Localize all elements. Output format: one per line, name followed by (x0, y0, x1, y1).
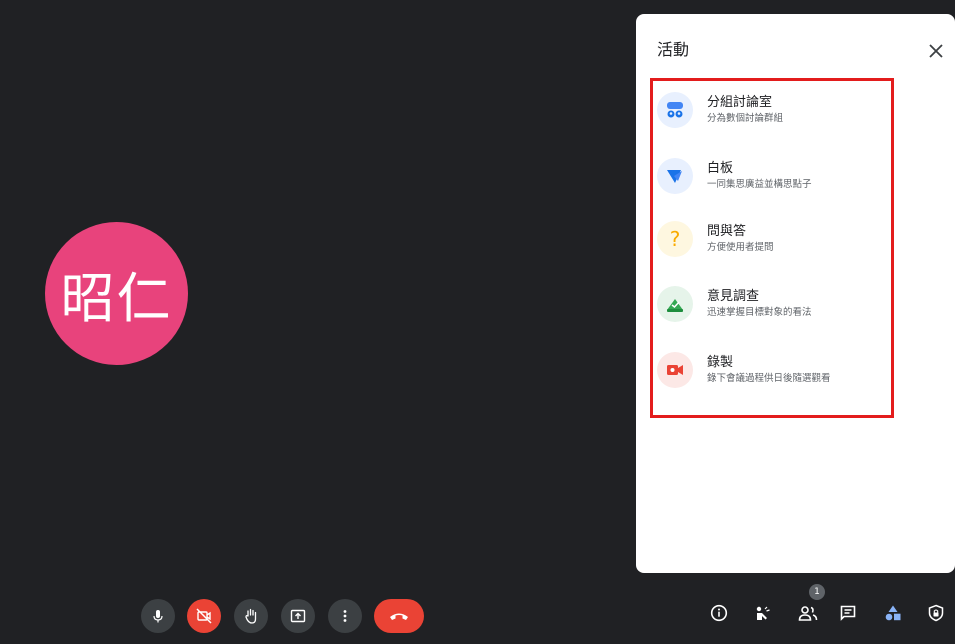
activities-icon (885, 605, 901, 621)
camera-off-icon (196, 608, 212, 624)
raised-hands-button[interactable] (748, 598, 778, 628)
activity-subtitle: 分為數個討論群組 (707, 113, 784, 124)
people-button[interactable] (793, 598, 823, 628)
activity-breakout-rooms[interactable]: 分組討論室 分為數個討論群組 (654, 82, 888, 138)
activities-panel: 活動 分組討論室 分為數個討論群組 白板 一同集思廣益並構思點子 ? 問與答 方… (636, 14, 955, 573)
hand-icon (245, 608, 257, 624)
activity-polls[interactable]: 意見調查 迅速掌握目標對象的看法 (654, 276, 888, 332)
activity-title: 錄製 (707, 355, 734, 370)
activity-recording[interactable]: 錄製 錄下會議過程供日後隨選觀看 (654, 342, 888, 398)
activity-title: 問與答 (707, 224, 747, 239)
close-icon (929, 44, 943, 58)
leave-call-button[interactable] (374, 599, 424, 633)
people-icon (798, 606, 818, 621)
panel-title: 活動 (657, 40, 690, 59)
polls-icon (657, 286, 693, 322)
mic-icon (153, 610, 163, 623)
activities-button[interactable] (878, 598, 908, 628)
svg-text:?: ? (670, 228, 681, 250)
qa-icon: ? (657, 221, 693, 257)
chat-icon (840, 605, 856, 621)
activity-qa[interactable]: ? 問與答 方便使用者提問 (654, 211, 888, 267)
raise-hand-button[interactable] (234, 599, 268, 633)
meeting-stage: 昭仁 活動 分組討論室 分為數個討論群組 白板 一同集思廣益並構思點子 ? 問與… (0, 0, 955, 644)
host-controls-button[interactable] (921, 598, 951, 628)
activity-subtitle: 迅速掌握目標對象的看法 (707, 307, 812, 318)
more-options-button[interactable] (328, 599, 362, 633)
host-controls-icon (928, 604, 944, 622)
close-button[interactable] (925, 40, 947, 62)
activity-whiteboard[interactable]: 白板 一同集思廣益並構思點子 (654, 148, 888, 204)
participant-count-badge: 1 (809, 584, 825, 600)
breakout-rooms-icon (657, 92, 693, 128)
activity-subtitle: 一同集思廣益並構思點子 (707, 179, 812, 190)
info-icon (710, 604, 728, 622)
recording-icon (657, 352, 693, 388)
camera-button[interactable] (187, 599, 221, 633)
more-vert-icon (343, 610, 347, 622)
mic-button[interactable] (141, 599, 175, 633)
people-wave-icon (756, 606, 770, 620)
participant-avatar: 昭仁 (45, 222, 188, 365)
present-screen-icon (290, 609, 306, 623)
present-button[interactable] (281, 599, 315, 633)
activity-title: 分組討論室 (707, 95, 773, 110)
meeting-info-button[interactable] (704, 598, 734, 628)
activity-subtitle: 錄下會議過程供日後隨選觀看 (707, 373, 831, 384)
chat-button[interactable] (833, 598, 863, 628)
activity-title: 意見調查 (707, 289, 760, 304)
call-end-icon (390, 613, 408, 620)
activity-subtitle: 方便使用者提問 (707, 242, 774, 253)
whiteboard-icon (657, 158, 693, 194)
activity-title: 白板 (707, 161, 734, 176)
